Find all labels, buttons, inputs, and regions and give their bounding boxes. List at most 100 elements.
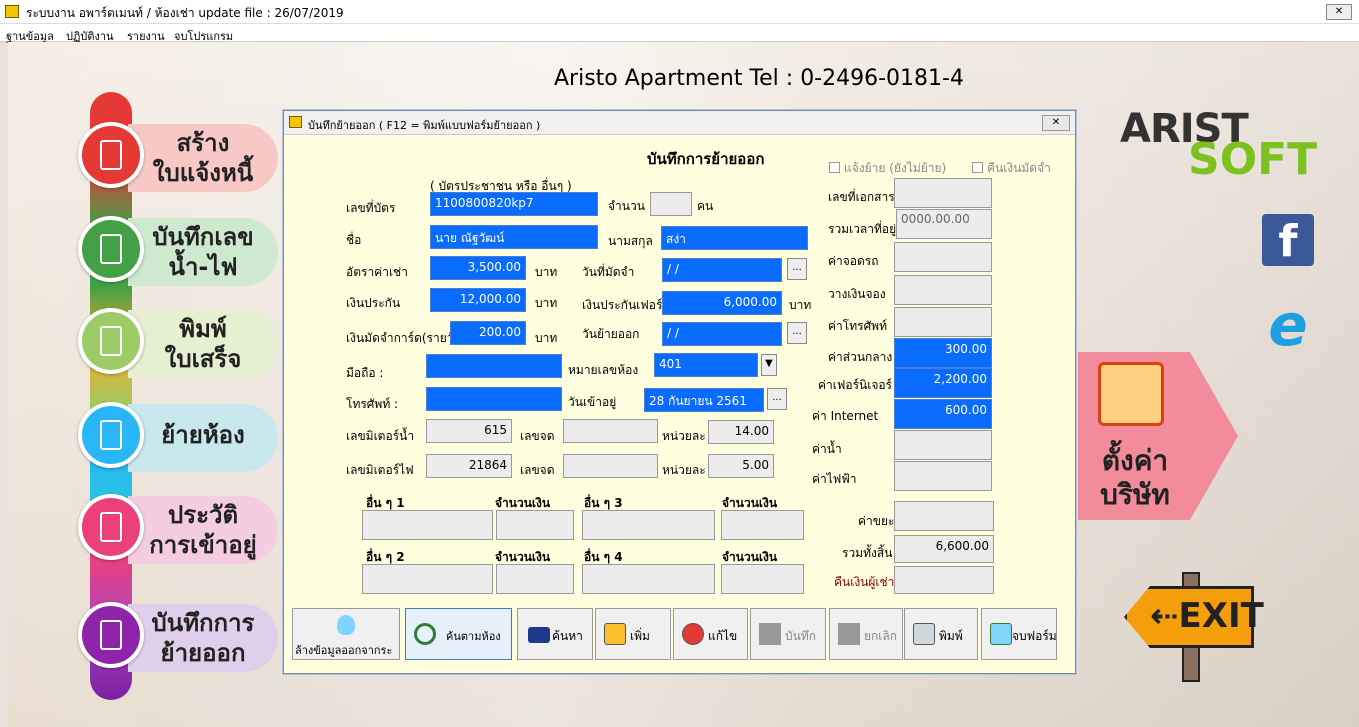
count-input[interactable]: [650, 192, 692, 216]
other1-amount-input[interactable]: [496, 510, 574, 540]
move-in-picker-button[interactable]: ...: [767, 388, 787, 410]
move-out-date-input[interactable]: / /: [662, 322, 782, 346]
garbage-fee-input[interactable]: [894, 501, 994, 531]
other2-amount-input[interactable]: [496, 564, 574, 594]
cancel-button[interactable]: ยกเลิก: [829, 608, 903, 660]
sidebar-item-2[interactable]: พิมพ์ ใบเสร็จ: [78, 304, 278, 382]
sidebar-item-0[interactable]: สร้าง ใบแจ้งหนี้: [78, 118, 278, 196]
booking-input[interactable]: [894, 275, 992, 305]
card-deposit-label: เงินมัดจำการ์ด(รายวัน): [346, 331, 467, 345]
tenant-refund-input[interactable]: [894, 566, 994, 594]
close-form-button[interactable]: จบฟอร์ม: [981, 608, 1057, 660]
room-dropdown-arrow-icon[interactable]: ▼: [761, 354, 777, 376]
telephone-label: ค่าโทรศัพท์: [828, 319, 888, 333]
other4-amount-input[interactable]: [721, 564, 804, 594]
print-button[interactable]: พิมพ์: [904, 608, 978, 660]
dialog-close-icon[interactable]: ✕: [1042, 115, 1070, 131]
move-out-dialog: บันทึกย้ายออก ( F12 = พิมพ์แบบฟอร์มย้ายอ…: [283, 110, 1076, 674]
rent-unit: บาท: [535, 265, 558, 279]
refund-deposit-checkbox[interactable]: คืนเงินมัดจำ: [972, 159, 1051, 178]
sidebar-item-label: บันทึกเลข น้ำ-ไฟ: [128, 218, 278, 286]
close-icon[interactable]: ✕: [1326, 4, 1352, 20]
search-button[interactable]: ค้นหา: [517, 608, 593, 660]
sidebar-item-label: สร้าง ใบแจ้งหนี้: [128, 124, 278, 192]
water-read-input[interactable]: [563, 419, 658, 443]
water-fee-input[interactable]: [894, 430, 992, 460]
telephone-input[interactable]: [894, 307, 992, 337]
water-rate-input[interactable]: 14.00: [708, 420, 774, 444]
sidebar-item-3[interactable]: ย้ายห้อง: [78, 398, 278, 476]
parking-input[interactable]: [894, 242, 992, 272]
name-label: ชื่อ: [346, 233, 362, 247]
mobile-label: มือถือ :: [346, 366, 384, 380]
facebook-icon[interactable]: f: [1262, 214, 1314, 267]
stay-time-input[interactable]: 0000.00.00: [896, 209, 992, 239]
app-titlebar: ระบบงาน อพาร์ตเมนท์ / ห้องเช่า update fi…: [0, 0, 1359, 24]
lightbulb-icon: [337, 615, 355, 635]
printer-icon: [913, 623, 935, 645]
sidebar-item-label: ประวัติ การเข้าอยู่: [128, 496, 278, 564]
sidebar-item-4[interactable]: ประวัติ การเข้าอยู่: [78, 490, 278, 568]
total-label: รวมทั้งสิ้น: [842, 546, 893, 560]
notify-move-checkbox[interactable]: แจ้งย้าย (ยังไม่ย้าย): [829, 159, 946, 178]
card-no-label: เลขที่บัตร: [346, 201, 396, 215]
exit-button[interactable]: ⇠EXIT: [1124, 572, 1264, 682]
sidebar-item-1[interactable]: บันทึกเลข น้ำ-ไฟ: [78, 212, 278, 290]
deposit-date-label: วันที่มัดจำ: [582, 265, 635, 279]
meter-icon: [78, 216, 144, 282]
furniture-insurance-unit: บาท: [789, 298, 812, 312]
sidebar-item-label: ย้ายห้อง: [128, 404, 278, 472]
surname-input[interactable]: สง่า: [661, 226, 808, 250]
mobile-input[interactable]: [426, 354, 562, 378]
common-fee-label: ค่าส่วนกลาง: [828, 350, 893, 364]
card-deposit-input[interactable]: 200.00: [450, 321, 526, 345]
furniture-fee-input[interactable]: 2,200.00: [894, 368, 992, 398]
add-button[interactable]: เพิ่ม: [595, 608, 671, 660]
elec-rate-input[interactable]: 5.00: [708, 454, 774, 478]
elec-read-input[interactable]: [563, 454, 658, 478]
exit-door-icon: [990, 623, 1012, 645]
internet-explorer-icon[interactable]: e: [1262, 296, 1314, 354]
furniture-insurance-input[interactable]: 6,000.00: [662, 291, 782, 315]
move-out-date-picker-button[interactable]: ...: [787, 322, 807, 344]
other4-input[interactable]: [582, 564, 715, 594]
other2-input[interactable]: [362, 564, 493, 594]
add-pencil-icon: [604, 623, 626, 645]
clear-data-button[interactable]: ล้างข้อมูลออกจากระ: [292, 608, 400, 660]
common-fee-input[interactable]: 300.00: [894, 338, 992, 368]
electric-fee-label: ค่าไฟฟ้า: [812, 472, 857, 486]
other3-input[interactable]: [582, 510, 715, 540]
doc-no-input[interactable]: [894, 178, 992, 208]
save-button[interactable]: บันทึก: [750, 608, 826, 660]
count-unit: คน: [697, 199, 714, 213]
dialog-titlebar: บันทึกย้ายออก ( F12 = พิมพ์แบบฟอร์มย้ายอ…: [284, 111, 1075, 135]
sidebar-item-5[interactable]: บันทึกการ ย้ายออก: [78, 598, 278, 676]
elec-rate-label: หน่วยละ: [662, 463, 706, 477]
insurance-input[interactable]: 12,000.00: [430, 288, 526, 312]
deposit-date-input[interactable]: / /: [662, 258, 782, 282]
elec-meter-input[interactable]: 21864: [426, 454, 512, 478]
company-settings-button[interactable]: ตั้งค่า บริษัท: [1078, 352, 1238, 520]
room-select[interactable]: 401: [654, 353, 758, 377]
card-no-input[interactable]: 1100800820kp7: [430, 192, 598, 216]
move-out-date-label: วันย้ายออก: [582, 327, 640, 341]
total-input[interactable]: 6,600.00: [894, 535, 994, 563]
rent-input[interactable]: 3,500.00: [430, 256, 526, 280]
tenant-refund-label: คืนเงินผู้เช่า: [834, 575, 895, 589]
water-rate-label: หน่วยละ: [662, 429, 706, 443]
other1-input[interactable]: [362, 510, 493, 540]
internet-fee-input[interactable]: 600.00: [894, 399, 992, 429]
water-meter-input[interactable]: 615: [426, 419, 512, 443]
phone-label: โทรศัพท์ :: [346, 397, 399, 411]
stay-time-label: รวมเวลาที่อยู่: [828, 222, 897, 236]
edit-pencil-icon: [682, 623, 704, 645]
search-by-room-button[interactable]: ค้นตามห้อง: [405, 608, 512, 660]
deposit-date-picker-button[interactable]: ...: [787, 258, 807, 280]
name-input[interactable]: นาย ณัฐวัฒน์: [430, 225, 598, 249]
electric-fee-input[interactable]: [894, 461, 992, 491]
other3-amount-input[interactable]: [721, 510, 804, 540]
edit-button[interactable]: แก้ไข: [673, 608, 748, 660]
furniture-fee-label: ค่าเฟอร์นิเจอร์: [818, 378, 893, 392]
move-in-input[interactable]: 28 กันยายน 2561: [644, 388, 764, 412]
phone-input[interactable]: [426, 387, 562, 411]
